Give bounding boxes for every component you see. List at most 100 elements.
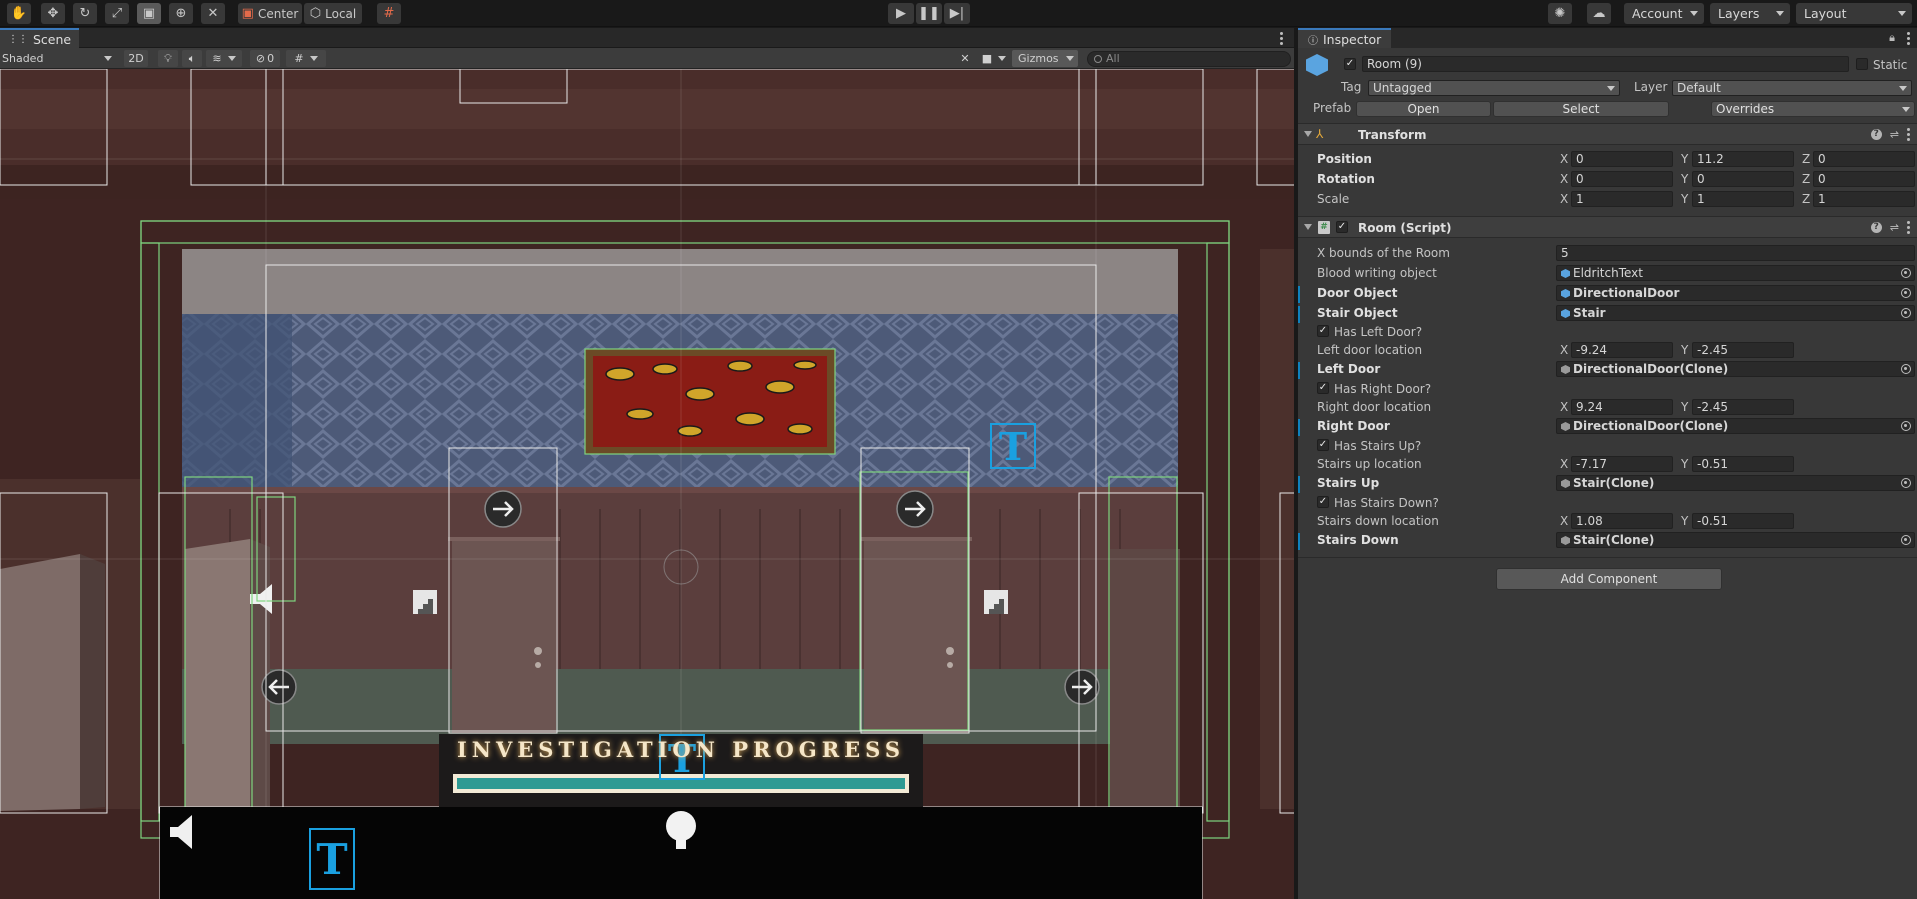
room-script-header[interactable]: # ✓ Room (Script) ? ⇌ [1298, 216, 1917, 238]
x-bounds-field[interactable]: 5 [1556, 245, 1915, 261]
layer-dropdown[interactable]: Default [1672, 80, 1912, 96]
object-name-field[interactable]: Room (9) [1362, 56, 1849, 72]
light-bulb-icon: 💡︎ [164, 51, 172, 65]
left-door-field[interactable]: DirectionalDoor(Clone) [1556, 361, 1915, 377]
stairs-down-field[interactable]: Stair(Clone) [1556, 532, 1915, 548]
has-stairs-down-checkbox[interactable]: ✓ [1317, 496, 1329, 508]
static-checkbox[interactable] [1856, 58, 1868, 70]
arrow-right-icon [484, 490, 522, 528]
rect-tool-button[interactable]: ▣ [137, 3, 161, 24]
services-button[interactable]: ✺ [1548, 3, 1572, 24]
object-picker-icon[interactable] [1901, 478, 1911, 488]
stairs-up-y-field[interactable]: -0.51 [1692, 456, 1794, 472]
cloud-button[interactable]: ☁ [1587, 3, 1611, 24]
add-component-button[interactable]: Add Component [1496, 568, 1722, 590]
scale-z-field[interactable]: 1 [1813, 191, 1915, 207]
object-picker-icon[interactable] [1901, 288, 1911, 298]
stairs-up-x-field[interactable]: -7.17 [1571, 456, 1673, 472]
position-x-field[interactable]: 0 [1571, 151, 1673, 167]
prefab-overrides-dropdown[interactable]: Overrides [1711, 101, 1915, 117]
tab-inspector[interactable]: ⓘ Inspector [1298, 28, 1392, 48]
axis-y-label: Y [1681, 457, 1689, 471]
move-tool-button[interactable]: ✥ [41, 3, 65, 24]
space-local-button[interactable]: ⬡ Local [304, 3, 362, 24]
scene-search-input[interactable]: All [1087, 51, 1291, 67]
right-door-field[interactable]: DirectionalDoor(Clone) [1556, 418, 1915, 434]
tag-dropdown[interactable]: Untagged [1368, 80, 1620, 96]
scale-tool-button[interactable]: ⤢ [105, 3, 129, 24]
object-picker-icon[interactable] [1901, 364, 1911, 374]
object-picker-icon[interactable] [1901, 535, 1911, 545]
help-icon[interactable]: ? [1870, 222, 1882, 233]
rotation-z-field[interactable]: 0 [1813, 171, 1915, 187]
audio-toggle[interactable]: 🔈︎ [182, 50, 202, 67]
active-checkbox[interactable]: ✓ [1344, 58, 1356, 70]
pivot-center-button[interactable]: ▣ Center [238, 3, 302, 24]
component-menu-icon[interactable] [1907, 221, 1911, 234]
transform-tool-button[interactable]: ⊕ [169, 3, 193, 24]
shading-mode-dropdown[interactable]: Shaded [0, 50, 116, 67]
gizmos-dropdown[interactable]: Gizmos [1012, 50, 1078, 67]
custom-tool-button[interactable]: ✕ [201, 3, 225, 24]
scene-viewport[interactable]: T T T INVESTIGATION PROGRESS [0, 69, 1294, 899]
prefab-open-button[interactable]: Open [1356, 101, 1491, 117]
camera-dropdown[interactable]: ■ [978, 50, 1010, 67]
object-picker-icon[interactable] [1901, 308, 1911, 318]
snap-grid-button[interactable]: # [377, 3, 401, 24]
right-door-x-field[interactable]: 9.24 [1571, 399, 1673, 415]
right-door-label: Right Door [1317, 419, 1390, 433]
play-icon: ▶ [896, 6, 906, 21]
stairs-down-label: Stairs Down [1317, 533, 1399, 547]
scale-x-field[interactable]: 1 [1571, 191, 1673, 207]
grid-dropdown[interactable]: # [286, 50, 326, 67]
layout-dropdown[interactable]: Layout [1796, 3, 1912, 24]
position-y-field[interactable]: 11.2 [1692, 151, 1794, 167]
object-picker-icon[interactable] [1901, 421, 1911, 431]
stairs-up-field[interactable]: Stair(Clone) [1556, 475, 1915, 491]
component-menu-icon[interactable] [1907, 128, 1911, 141]
rect-tool-icon: ▣ [142, 6, 156, 21]
pause-button[interactable]: ❚❚ [916, 3, 942, 24]
hand-tool-button[interactable]: ✋ [7, 3, 31, 24]
has-right-door-checkbox[interactable]: ✓ [1317, 382, 1329, 394]
rotation-x-field[interactable]: 0 [1571, 171, 1673, 187]
position-z-field[interactable]: 0 [1813, 151, 1915, 167]
hidden-count: 0 [267, 52, 275, 65]
preset-icon[interactable]: ⇌ [1890, 221, 1899, 234]
inspector-menu-icon[interactable] [1907, 32, 1911, 45]
right-door-y-field[interactable]: -2.45 [1692, 399, 1794, 415]
left-door-y-field[interactable]: -2.45 [1692, 342, 1794, 358]
blood-writing-object-field[interactable]: EldritchText [1556, 265, 1915, 281]
lighting-toggle[interactable]: 💡︎ [158, 50, 178, 67]
tools-button[interactable]: ✕ [955, 50, 975, 67]
axis-z-label: Z [1802, 152, 1811, 166]
lock-icon[interactable]: 🔒︎ [1889, 31, 1895, 45]
stair-object-field[interactable]: Stair [1556, 305, 1915, 321]
account-dropdown[interactable]: Account [1624, 3, 1704, 24]
script-enabled-checkbox[interactable]: ✓ [1336, 221, 1348, 233]
has-left-door-checkbox[interactable]: ✓ [1317, 325, 1329, 337]
2d-toggle[interactable]: 2D [124, 50, 148, 67]
stairs-down-x-field[interactable]: 1.08 [1571, 513, 1673, 529]
door-object-field[interactable]: DirectionalDoor [1556, 285, 1915, 301]
help-icon[interactable]: ? [1870, 129, 1882, 140]
scale-y-field[interactable]: 1 [1692, 191, 1794, 207]
prefab-select-button[interactable]: Select [1493, 101, 1669, 117]
object-picker-icon[interactable] [1901, 268, 1911, 278]
preset-icon[interactable]: ⇌ [1890, 128, 1899, 141]
has-stairs-up-checkbox[interactable]: ✓ [1317, 439, 1329, 451]
layers-dropdown[interactable]: Layers [1710, 3, 1790, 24]
rotation-y-field[interactable]: 0 [1692, 171, 1794, 187]
step-button[interactable]: ▶| [944, 3, 970, 24]
chevron-down-icon [1066, 56, 1074, 61]
transform-header[interactable]: ⅄ Transform ? ⇌ [1298, 123, 1917, 145]
scene-tab-label: Scene [33, 31, 72, 47]
tab-scene[interactable]: ⋮⋮ Scene [0, 28, 80, 48]
left-door-x-field[interactable]: -9.24 [1571, 342, 1673, 358]
rotate-tool-button[interactable]: ↻ [73, 3, 97, 24]
stairs-down-y-field[interactable]: -0.51 [1692, 513, 1794, 529]
effects-dropdown[interactable]: ≋ [206, 50, 242, 67]
play-button[interactable]: ▶ [888, 3, 914, 24]
scene-menu-icon[interactable] [1280, 32, 1284, 45]
hidden-objects-toggle[interactable]: ⊘ 0 [250, 50, 280, 67]
